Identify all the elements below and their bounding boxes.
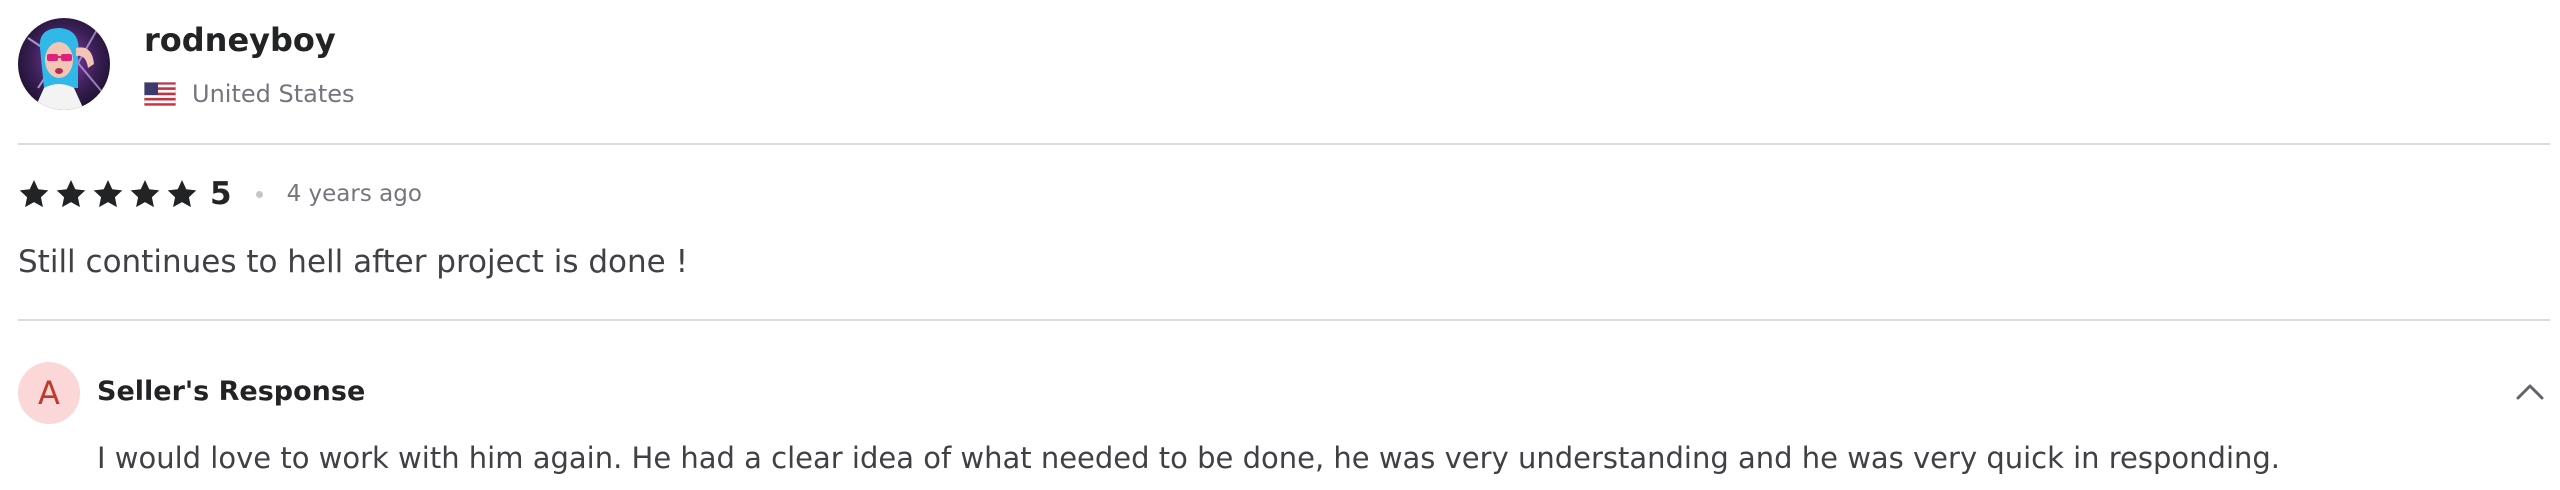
star-rating xyxy=(18,178,198,210)
seller-response-title: Seller's Response xyxy=(97,376,366,407)
seller-response-text: I would love to work with him again. He … xyxy=(97,441,2281,475)
reviewer-avatar[interactable] xyxy=(18,18,110,110)
star-icon xyxy=(19,180,49,208)
rating-row: 5 4 years ago xyxy=(18,172,422,216)
seller-avatar: A xyxy=(18,362,80,424)
review-text: Still continues to hell after project is… xyxy=(18,244,688,280)
reviewer-name[interactable]: rodneyboy xyxy=(144,18,336,62)
review-card: rodneyboy United States 5 4 years ago St… xyxy=(0,0,2560,490)
star-icon xyxy=(56,180,86,208)
rating-value: 5 xyxy=(210,176,232,212)
review-time: 4 years ago xyxy=(286,181,422,207)
star-icon xyxy=(130,180,160,208)
avatar-image-icon xyxy=(18,18,110,110)
divider xyxy=(18,143,2550,145)
star-icon xyxy=(167,180,197,208)
separator-dot xyxy=(255,190,263,198)
divider xyxy=(18,319,2550,321)
star-icon xyxy=(93,180,123,208)
reviewer-country-row: United States xyxy=(144,74,355,114)
chevron-up-icon[interactable] xyxy=(2510,372,2550,412)
us-flag-icon xyxy=(144,82,176,106)
reviewer-country: United States xyxy=(192,80,355,108)
